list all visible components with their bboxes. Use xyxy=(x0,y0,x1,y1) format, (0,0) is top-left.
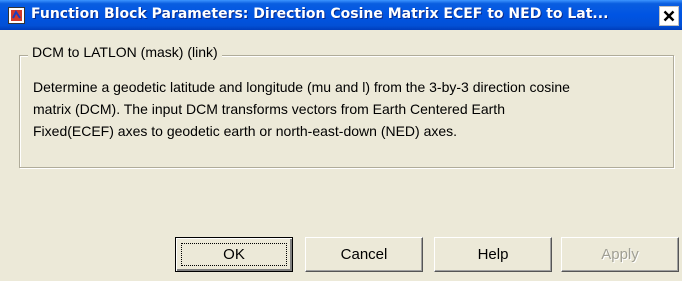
cancel-button[interactable]: Cancel xyxy=(305,237,423,272)
description-line: Determine a geodetic latitude and longit… xyxy=(33,79,570,95)
group-legend: DCM to LATLON (mask) (link) xyxy=(28,44,222,60)
description-line: matrix (DCM). The input DCM transforms v… xyxy=(33,101,505,117)
mask-description: Determine a geodetic latitude and longit… xyxy=(33,76,665,142)
focus-rect xyxy=(181,243,287,266)
cancel-button-label: Cancel xyxy=(340,246,388,263)
close-button[interactable] xyxy=(659,6,679,26)
description-line: Fixed(ECEF) axes to geodetic earth or no… xyxy=(33,123,458,139)
close-icon xyxy=(663,10,675,22)
ok-button[interactable]: OK xyxy=(175,237,293,272)
window-title: Function Block Parameters: Direction Cos… xyxy=(31,6,609,22)
apply-button-label: Apply xyxy=(601,246,639,263)
help-button-label: Help xyxy=(477,246,509,263)
apply-button: Apply xyxy=(561,237,679,272)
help-button[interactable]: Help xyxy=(434,237,552,272)
simulink-block-icon xyxy=(8,7,25,24)
dialog-window: Function Block Parameters: Direction Cos… xyxy=(0,0,682,281)
title-bar[interactable]: Function Block Parameters: Direction Cos… xyxy=(0,0,682,30)
